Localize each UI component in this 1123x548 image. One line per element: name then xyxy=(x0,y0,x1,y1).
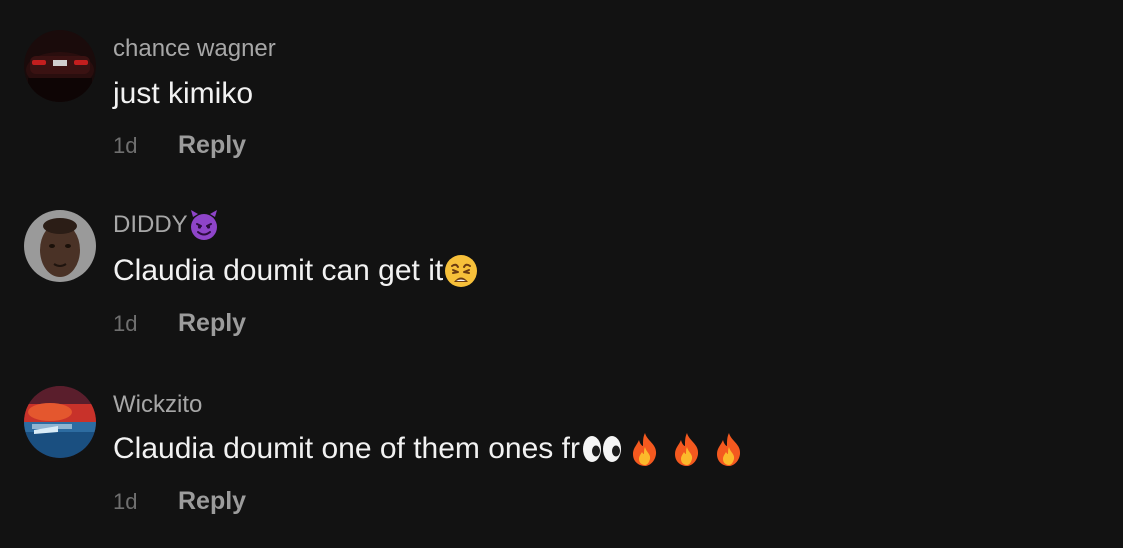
sunset-photo-avatar-icon xyxy=(24,386,96,458)
username-text[interactable]: Wickzito xyxy=(113,391,202,419)
comment-item: DIDDY Claudia doumit can get it 1d Reply xyxy=(0,178,1123,356)
eyes-icon xyxy=(582,436,621,462)
username-text[interactable]: chance wagner xyxy=(113,35,276,63)
comment-item: chance wagner just kimiko 1d Reply xyxy=(0,0,1123,178)
comment-text: just kimiko xyxy=(113,75,253,113)
comment-text: Claudia doumit can get it xyxy=(113,252,479,290)
username[interactable]: chance wagner xyxy=(113,34,276,64)
comment-text: Claudia doumit one of them ones fr xyxy=(113,430,747,468)
timestamp: 1d xyxy=(113,489,138,514)
reply-button[interactable]: Reply xyxy=(178,309,246,338)
comment-item: Wickzito Claudia doumit one of them ones… xyxy=(0,356,1123,548)
comment-text-content: Claudia doumit one of them ones fr xyxy=(113,432,580,465)
smiling-face-with-horns-icon xyxy=(190,210,217,240)
weary-face-icon xyxy=(445,255,478,287)
reply-button[interactable]: Reply xyxy=(178,131,246,160)
avatar[interactable] xyxy=(24,386,96,458)
timestamp: 1d xyxy=(113,133,138,158)
fire-icon xyxy=(632,433,657,466)
username[interactable]: Wickzito xyxy=(113,390,202,420)
person-photo-avatar-icon xyxy=(24,210,96,282)
car-photo-avatar-icon xyxy=(24,30,96,102)
username[interactable]: DIDDY xyxy=(113,208,220,242)
fire-icon xyxy=(674,433,699,466)
reply-button[interactable]: Reply xyxy=(178,487,246,516)
username-text[interactable]: DIDDY xyxy=(113,211,188,239)
comment-text-content: Claudia doumit can get it xyxy=(113,254,444,287)
fire-icon xyxy=(716,433,741,466)
comment-text-content: just kimiko xyxy=(113,77,254,110)
timestamp: 1d xyxy=(113,311,138,336)
avatar[interactable] xyxy=(24,210,96,282)
avatar[interactable] xyxy=(24,30,96,102)
